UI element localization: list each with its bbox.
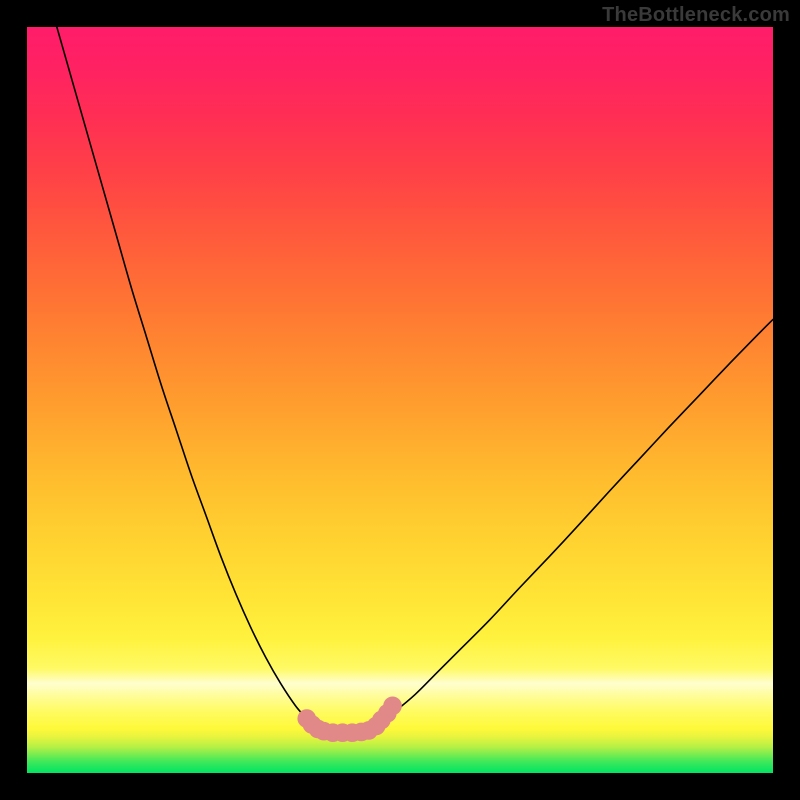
marker-valley-markers-12 (383, 697, 402, 716)
watermark-text: TheBottleneck.com (602, 4, 790, 27)
series-right-curve (378, 319, 773, 724)
chart-svg (27, 27, 773, 773)
markers-layer (297, 697, 401, 743)
plot-area (27, 27, 773, 773)
chart-frame: TheBottleneck.com (0, 0, 800, 800)
lines-layer (57, 27, 773, 733)
series-left-curve (57, 27, 307, 719)
